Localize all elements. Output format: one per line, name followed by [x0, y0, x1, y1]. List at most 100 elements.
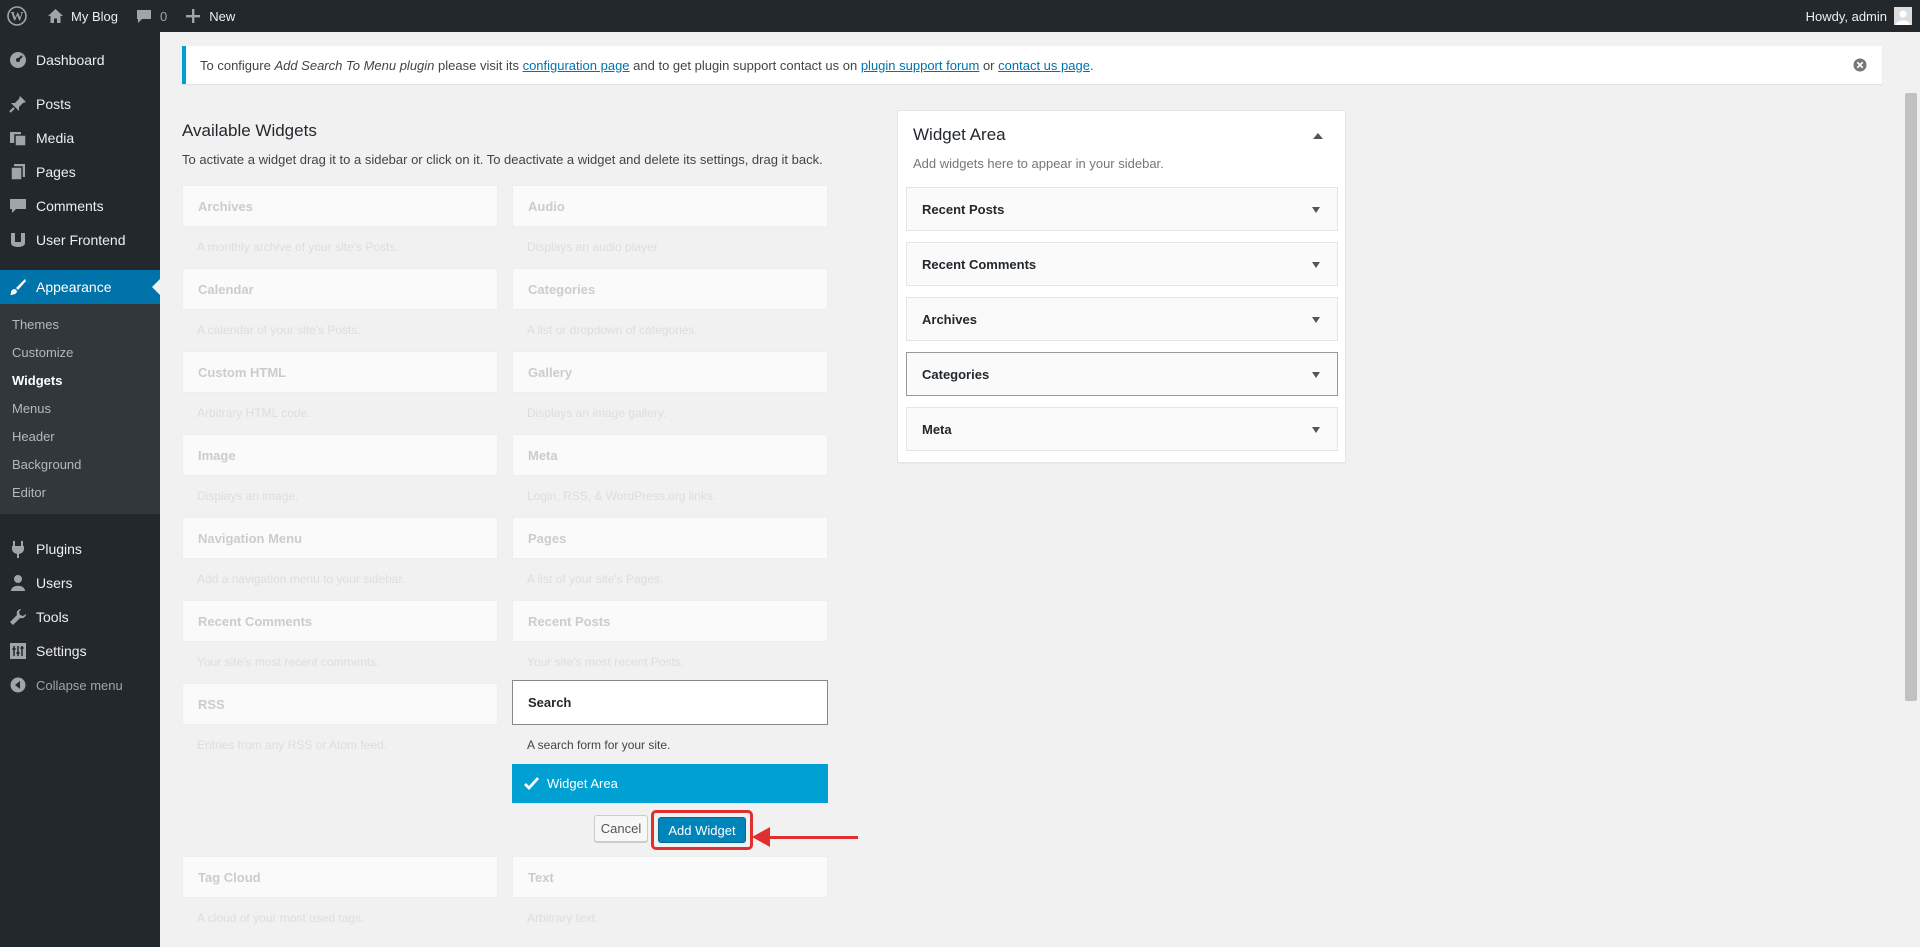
menu-label: Comments [36, 198, 104, 214]
widget-area-title[interactable]: Widget Area [913, 125, 1006, 145]
widget-image[interactable]: Image [182, 434, 498, 476]
widget-custom-html[interactable]: Custom HTML [182, 351, 498, 393]
add-widget-button[interactable]: Add Widget [658, 817, 746, 843]
new-content-link[interactable]: New [175, 0, 243, 32]
sidebar-widget-categories[interactable]: Categories [906, 352, 1338, 396]
menu-plugins[interactable]: Plugins [0, 532, 160, 566]
menu-user-frontend[interactable]: User Frontend [0, 223, 160, 257]
widget-pages[interactable]: Pages [512, 517, 828, 559]
submenu-editor[interactable]: Editor [12, 485, 46, 500]
menu-label: Appearance [36, 279, 112, 295]
home-icon [45, 6, 65, 26]
widget-search-selected[interactable]: Search [512, 680, 828, 725]
pushpin-icon [0, 95, 36, 113]
menu-settings[interactable]: Settings [0, 634, 160, 668]
expand-caret-icon[interactable] [1312, 427, 1320, 433]
contact-us-page-link[interactable]: contact us page [998, 58, 1090, 73]
widget-description: A calendar of your site's Posts. [197, 323, 361, 337]
admin-menu: Dashboard Posts Media Pages Comments Use… [0, 32, 160, 947]
menu-appearance[interactable]: Appearance [0, 270, 160, 304]
scrollbar-thumb[interactable] [1905, 93, 1917, 701]
add-widget-highlight: Add Widget [651, 810, 753, 850]
expand-caret-icon[interactable] [1312, 372, 1320, 378]
sidebar-widget-title: Categories [922, 366, 990, 382]
widget-gallery[interactable]: Gallery [512, 351, 828, 393]
appearance-submenu: Themes Customize Widgets Menus Header Ba… [0, 304, 160, 514]
collapse-sidebar-toggle[interactable] [1313, 133, 1323, 139]
widget-text[interactable]: Text [512, 856, 828, 898]
wordpress-logo[interactable]: W [0, 0, 37, 32]
sidebar-widget-archives[interactable]: Archives [906, 297, 1338, 341]
comments-count: 0 [159, 8, 168, 24]
menu-label: Posts [36, 96, 72, 112]
widget-description: Displays an image gallery. [527, 406, 667, 420]
pages-icon [0, 163, 36, 181]
site-name: My Blog [71, 8, 118, 24]
expand-caret-icon[interactable] [1312, 207, 1320, 213]
sidebar-choice-label: Widget Area [547, 776, 618, 791]
menu-label: Tools [36, 609, 69, 625]
submenu-menus[interactable]: Menus [12, 401, 51, 416]
comments-link[interactable]: 0 [126, 0, 175, 32]
search-widget-description: A search form for your site. [527, 738, 671, 752]
wrench-icon [0, 608, 36, 626]
dashboard-icon [0, 51, 36, 69]
sidebar-widget-meta[interactable]: Meta [906, 407, 1338, 451]
widget-description: Entries from any RSS or Atom feed. [197, 738, 388, 752]
widget-description: A list of your site's Pages. [527, 572, 664, 586]
widget-recent-comments[interactable]: Recent Comments [182, 600, 498, 642]
menu-label: Users [36, 575, 73, 591]
comment-icon [0, 198, 36, 215]
submenu-customize[interactable]: Customize [12, 345, 73, 360]
widget-recent-posts[interactable]: Recent Posts [512, 600, 828, 642]
widget-meta[interactable]: Meta [512, 434, 828, 476]
widget-description: A list or dropdown of categories. [527, 323, 698, 337]
submenu-themes[interactable]: Themes [12, 317, 59, 332]
widget-description: Arbitrary text. [527, 911, 599, 925]
menu-comments[interactable]: Comments [0, 189, 160, 223]
menu-media[interactable]: Media [0, 121, 160, 155]
widget-description: Displays an image. [197, 489, 299, 503]
configuration-page-link[interactable]: configuration page [523, 58, 630, 73]
annotation-arrow-head [752, 827, 770, 847]
menu-users[interactable]: Users [0, 566, 160, 600]
admin-bar: W My Blog 0 New Howdy, admin [0, 0, 1920, 32]
menu-posts[interactable]: Posts [0, 87, 160, 121]
site-name-link[interactable]: My Blog [37, 0, 126, 32]
widget-calendar[interactable]: Calendar [182, 268, 498, 310]
submenu-widgets[interactable]: Widgets [12, 373, 62, 388]
widget-navigation-menu[interactable]: Navigation Menu [182, 517, 498, 559]
user-frontend-icon [0, 231, 36, 249]
expand-caret-icon[interactable] [1312, 262, 1320, 268]
available-widgets-title: Available Widgets [182, 121, 317, 140]
menu-dashboard[interactable]: Dashboard [0, 43, 160, 77]
widget-description: Add a navigation menu to your sidebar. [197, 572, 406, 586]
sidebar-choice-widget-area[interactable]: Widget Area [512, 764, 828, 803]
sidebar-widget-recent-posts[interactable]: Recent Posts [906, 187, 1338, 231]
sidebar-widget-title: Recent Comments [922, 256, 1037, 272]
widget-audio[interactable]: Audio [512, 185, 828, 227]
submenu-header[interactable]: Header [12, 429, 55, 444]
menu-label: Plugins [36, 541, 82, 557]
widget-description: A cloud of your most used tags. [197, 911, 365, 925]
available-widgets-description: To activate a widget drag it to a sideba… [182, 152, 823, 167]
menu-label: Settings [36, 643, 87, 659]
widget-archives[interactable]: Archives [182, 185, 498, 227]
plugin-support-forum-link[interactable]: plugin support forum [861, 58, 980, 73]
dismiss-notice-button[interactable] [1852, 57, 1868, 73]
comment-bubble-icon [134, 6, 154, 26]
sidebar-widget-recent-comments[interactable]: Recent Comments [906, 242, 1338, 286]
widget-categories[interactable]: Categories [512, 268, 828, 310]
expand-caret-icon[interactable] [1312, 317, 1320, 323]
collapse-menu-button[interactable]: Collapse menu [0, 668, 160, 702]
current-arrow [152, 279, 160, 295]
submenu-background[interactable]: Background [12, 457, 81, 472]
widget-tag-cloud[interactable]: Tag Cloud [182, 856, 498, 898]
cancel-button[interactable]: Cancel [594, 815, 648, 842]
widget-rss[interactable]: RSS [182, 683, 498, 725]
menu-pages[interactable]: Pages [0, 155, 160, 189]
avatar [1894, 7, 1912, 25]
menu-tools[interactable]: Tools [0, 600, 160, 634]
wordpress-icon: W [7, 6, 27, 26]
my-account[interactable]: Howdy, admin [1806, 7, 1920, 25]
